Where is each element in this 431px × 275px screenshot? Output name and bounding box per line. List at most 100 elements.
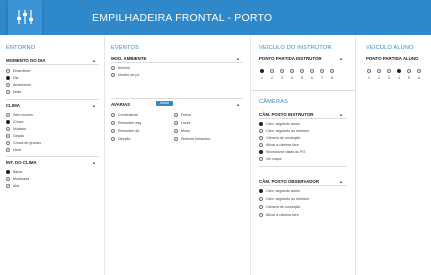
eventos-title: EVENTOS	[111, 45, 140, 51]
radio-noite[interactable]: Noite	[6, 89, 21, 94]
start-point-6-label: 6	[311, 76, 313, 80]
chevron-up-icon[interactable]: ▲	[236, 56, 240, 61]
app-logo[interactable]	[8, 0, 42, 35]
radio-chuva-granizo[interactable]: Chuva de granizo	[6, 140, 41, 145]
divider	[6, 99, 99, 100]
radio-camera-livre[interactable]: Ativar a câmera livre	[259, 142, 299, 147]
aluno-point-6-radio[interactable]	[417, 69, 421, 73]
chevron-up-icon[interactable]: ▲	[339, 179, 343, 184]
radio-direcao[interactable]: Direção	[111, 136, 130, 141]
divider	[111, 62, 243, 63]
start-point-4-radio[interactable]	[290, 69, 294, 73]
radio-luzes[interactable]: Luzes	[174, 120, 191, 125]
avarias-title: AVARIAS	[111, 102, 131, 107]
aluno-point-2-radio[interactable]	[377, 69, 381, 73]
radio-entardecer[interactable]: Entardecer	[6, 68, 31, 73]
chevron-up-icon[interactable]: ▲	[339, 56, 343, 61]
radio-baixa[interactable]: Baixa	[6, 169, 22, 174]
aluno-point-5-label: 5	[408, 76, 410, 80]
start-point-8-label: 8	[331, 76, 333, 80]
chevron-up-icon[interactable]: ▲	[339, 112, 343, 117]
aluno-point-5-radio[interactable]	[407, 69, 411, 73]
radio-sem-nuvens[interactable]: Sem nuvens	[6, 112, 33, 117]
chevron-up-icon[interactable]: ▲	[92, 58, 96, 63]
start-point-2-label: 2	[271, 76, 273, 80]
start-point-5-radio[interactable]	[300, 69, 304, 73]
app-title: EMPILHADEIRA FRONTAL - PORTO	[92, 12, 273, 24]
int-clima-title: INT. DO CLIMA	[6, 160, 37, 165]
radio-moderada[interactable]: Moderada	[6, 176, 29, 181]
radio-ver-mapa[interactable]: Ver mapa	[259, 156, 281, 161]
radio-nuvem-po[interactable]: Nuvem de pó	[111, 72, 139, 77]
aluno-point-3-label: 3	[388, 76, 390, 80]
start-point-3-radio[interactable]	[280, 69, 284, 73]
mod-ambiente-title: MOD. AMBIENTE	[111, 56, 147, 61]
start-point-1-radio[interactable]	[260, 69, 264, 73]
partida-aluno-title: PONTO PARTIDA ALUNO	[366, 56, 419, 61]
start-point-7-label: 7	[321, 76, 323, 80]
radio-chuva[interactable]: Chuva	[6, 119, 23, 124]
radio-geada[interactable]: Geada	[6, 133, 24, 138]
radio-alta[interactable]: Alta	[6, 183, 19, 188]
radio-obs-seguindo-aluno[interactable]: Câm. seguindo aluno	[259, 188, 300, 193]
entorno-panel: ENTORNO MOMENTO DO DIA ▲ Entardecer Dia …	[0, 35, 105, 275]
radio-sistema-hidraulico[interactable]: Sistema hidráulico	[174, 136, 210, 141]
divider	[259, 118, 347, 119]
radio-camera-conducao[interactable]: Câmera de condução	[259, 135, 300, 140]
clima-title: CLIMA	[6, 103, 20, 108]
start-point-3-label: 3	[281, 76, 283, 80]
radio-retrovisor-esq[interactable]: Retrovisor esq.	[111, 120, 142, 125]
entorno-title: ENTORNO	[6, 45, 36, 51]
radio-obs-camera-conducao[interactable]: Câmera de condução	[259, 204, 300, 209]
start-point-7-radio[interactable]	[320, 69, 324, 73]
veiculo-instrutor-title: VEÍCULO DO INSTRUTOR	[259, 45, 332, 51]
limitar-button[interactable]: limitar	[156, 101, 173, 106]
cam-instrutor-title: CÂM. POSTO INSTRUTOR	[259, 112, 314, 117]
equalizer-sliders-icon	[17, 10, 33, 24]
aluno-point-4-radio[interactable]	[397, 69, 401, 73]
divider	[251, 90, 356, 91]
chevron-up-icon[interactable]: ▲	[236, 102, 240, 107]
radio-dia[interactable]: Dia	[6, 75, 18, 80]
radio-nublado[interactable]: Nublado	[6, 126, 26, 131]
radio-retrovisor-dir[interactable]: Retrovisor dir.	[111, 128, 140, 133]
radio-freios[interactable]: Freios	[174, 112, 191, 117]
radio-amanhecer[interactable]: Amanhecer	[6, 82, 31, 87]
divider	[111, 98, 243, 99]
divider	[259, 185, 347, 186]
radio-obs-seguindo-instrutor[interactable]: Câm. seguindo do instrutor	[259, 196, 309, 201]
start-point-8-radio[interactable]	[330, 69, 334, 73]
chevron-up-icon[interactable]: ▲	[92, 103, 96, 108]
aluno-point-6-label: 6	[418, 76, 420, 80]
start-point-5-label: 5	[301, 76, 303, 80]
veiculo-aluno-panel: VEÍCULO ALUNO PONTO PARTIDA ALUNO 1 2 3 …	[356, 35, 431, 275]
aluno-point-3-radio[interactable]	[387, 69, 391, 73]
radio-sincronizar-vistas[interactable]: Sincronizar vistas do PO	[259, 149, 305, 154]
divider	[259, 166, 347, 167]
chevron-up-icon[interactable]: ▲	[92, 160, 96, 165]
radio-motor[interactable]: Motor	[174, 128, 190, 133]
eventos-panel: EVENTOS MOD. AMBIENTE ▲ Amiche Nuvem de …	[105, 35, 251, 275]
aluno-point-1-radio[interactable]	[367, 69, 371, 73]
start-point-4-label: 4	[291, 76, 293, 80]
start-point-2-radio[interactable]	[270, 69, 274, 73]
start-point-6-radio[interactable]	[310, 69, 314, 73]
radio-obs-camera-livre[interactable]: Ativar a câmera livre	[259, 212, 299, 217]
veiculo-aluno-title: VEÍCULO ALUNO	[366, 45, 414, 51]
start-point-1-label: 1	[261, 76, 263, 80]
cam-observador-title: CÂM. POSTO OBSERVADOR	[259, 179, 320, 184]
radio-cam-seguindo-aluno[interactable]: Câm. seguindo aluno	[259, 121, 300, 126]
radio-combustivel[interactable]: Combustível	[111, 112, 138, 117]
aluno-point-2-label: 2	[378, 76, 380, 80]
veiculo-instrutor-panel: VEÍCULO DO INSTRUTOR PONTO PARTIDA INSTR…	[251, 35, 356, 275]
radio-neve[interactable]: Neve	[6, 147, 21, 152]
momento-dia-title: MOMENTO DO DIA	[6, 58, 46, 63]
aluno-point-4-label: 4	[398, 76, 400, 80]
cameras-title: CÂMERAS	[259, 99, 289, 105]
partida-instrutor-title: PONTO PARTIDA INSTRUTOR	[259, 56, 322, 61]
radio-amiche[interactable]: Amiche	[111, 65, 130, 70]
radio-cam-seguindo-instrutor[interactable]: Câm. seguindo do instrutor	[259, 128, 309, 133]
aluno-point-1-label: 1	[368, 76, 370, 80]
divider	[6, 64, 99, 65]
divider	[6, 156, 99, 157]
